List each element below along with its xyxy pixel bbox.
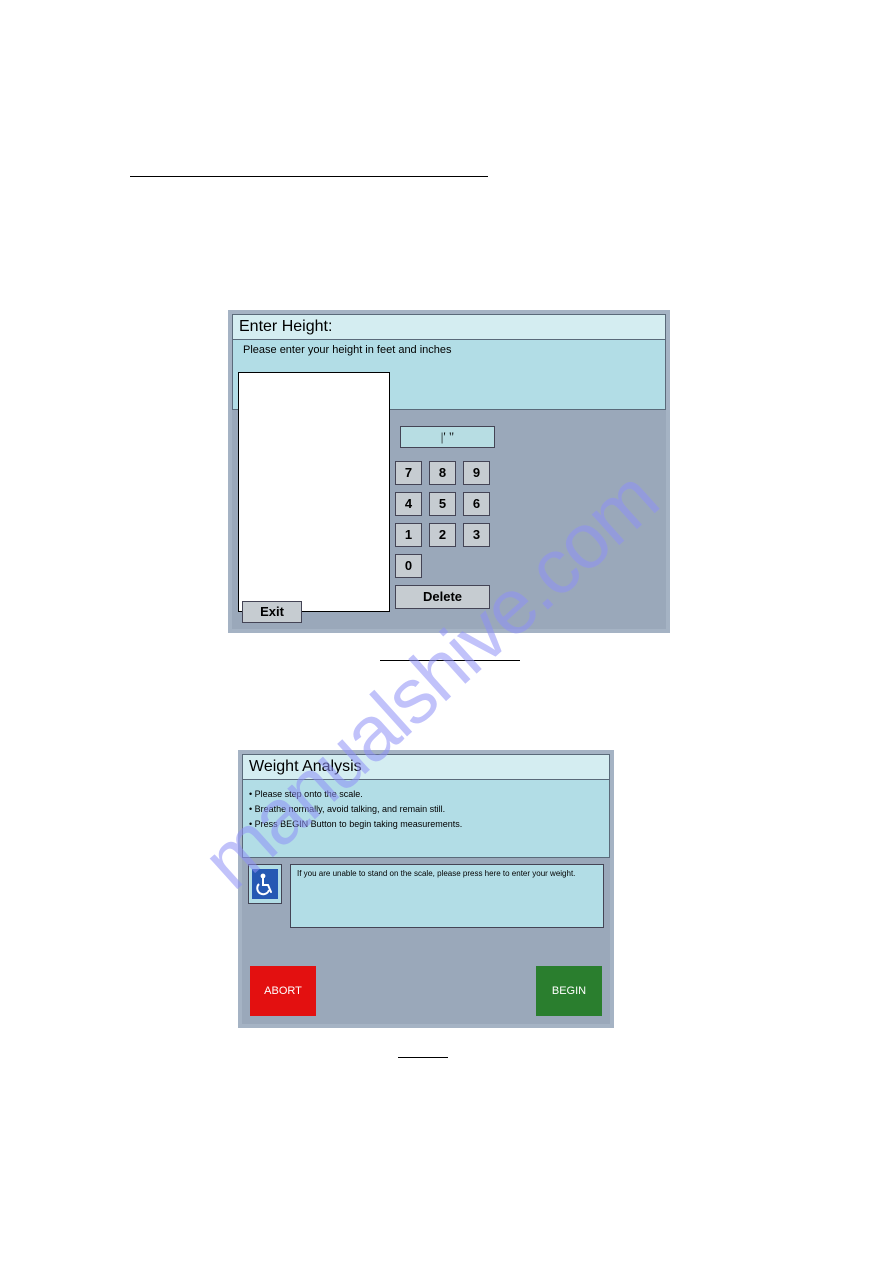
key-5[interactable]: 5 — [429, 492, 456, 516]
delete-button[interactable]: Delete — [395, 585, 490, 609]
top-divider — [130, 176, 488, 177]
weight-step-2: • Breathe normally, avoid talking, and r… — [249, 804, 603, 814]
wheelchair-icon — [252, 869, 278, 899]
key-1[interactable]: 1 — [395, 523, 422, 547]
height-preview-area — [238, 372, 390, 612]
weight-title: Weight Analysis — [242, 754, 610, 780]
weight-instructions: • Please step onto the scale. • Breathe … — [242, 780, 610, 858]
weight-step-3: • Press BEGIN Button to begin taking mea… — [249, 819, 603, 829]
begin-button[interactable]: BEGIN — [536, 966, 602, 1016]
key-6[interactable]: 6 — [463, 492, 490, 516]
height-body: Exit |' " 7 8 9 4 5 6 1 2 3 0 Delete — [232, 410, 666, 629]
exit-button[interactable]: Exit — [242, 601, 302, 623]
accessibility-text[interactable]: If you are unable to stand on the scale,… — [290, 864, 604, 928]
key-2[interactable]: 2 — [429, 523, 456, 547]
key-7[interactable]: 7 — [395, 461, 422, 485]
key-3[interactable]: 3 — [463, 523, 490, 547]
key-9[interactable]: 9 — [463, 461, 490, 485]
key-4[interactable]: 4 — [395, 492, 422, 516]
key-0[interactable]: 0 — [395, 554, 422, 578]
keypad: 7 8 9 4 5 6 1 2 3 0 — [395, 461, 490, 585]
enter-height-panel: Enter Height: Please enter your height i… — [228, 310, 670, 633]
figure-caption-divider-2 — [398, 1057, 448, 1058]
weight-analysis-panel: Weight Analysis • Please step onto the s… — [238, 750, 614, 1028]
weight-step-1: • Please step onto the scale. — [249, 789, 603, 799]
wheelchair-button[interactable] — [248, 864, 282, 904]
figure-caption-divider-1 — [380, 660, 520, 661]
height-display-field[interactable]: |' " — [400, 426, 495, 448]
height-title: Enter Height: — [232, 314, 666, 340]
abort-button[interactable]: ABORT — [250, 966, 316, 1016]
key-8[interactable]: 8 — [429, 461, 456, 485]
